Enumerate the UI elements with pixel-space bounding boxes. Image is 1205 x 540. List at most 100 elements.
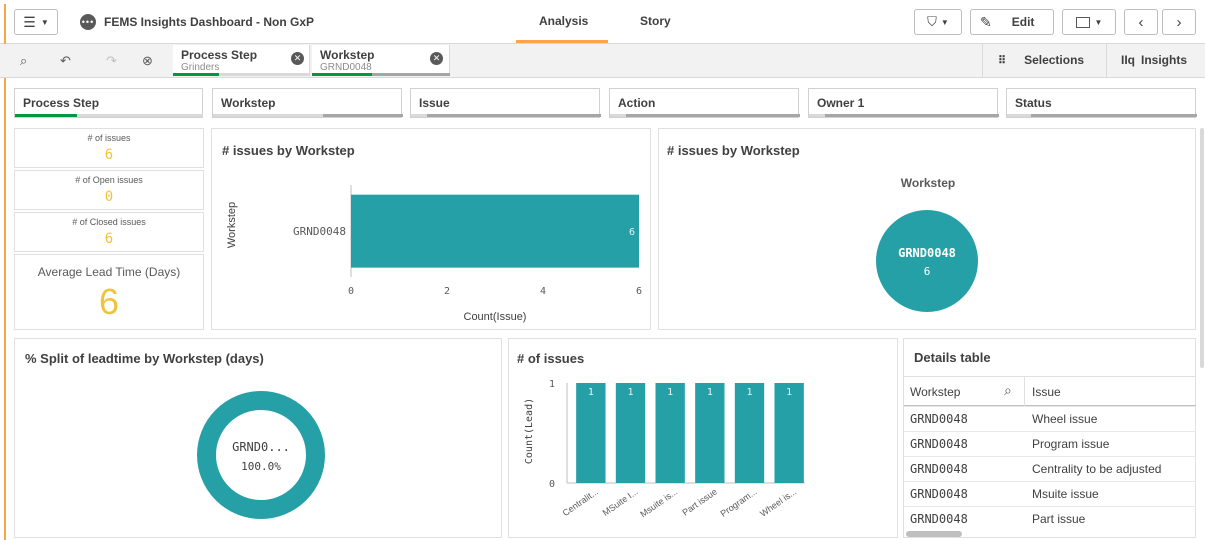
previous-sheet-button[interactable]: ‹ — [1124, 9, 1158, 35]
cell-workstep: GRND0048 — [910, 512, 968, 526]
panel-issues-by-workstep-bar[interactable]: # issues by Workstep GRND0048 6 0 2 4 6 Count(… — [211, 128, 651, 330]
data-label: 1 — [746, 387, 752, 398]
bar — [655, 383, 685, 483]
filter-state-bar — [15, 114, 77, 117]
filter-label: Owner 1 — [817, 96, 865, 110]
tab-story[interactable]: Story — [640, 14, 671, 28]
app-icon: ••• — [80, 14, 96, 30]
panel-title: Details table — [914, 350, 991, 365]
cell-issue: Part issue — [1032, 512, 1086, 526]
sheet-view-button[interactable]: ▼ — [1062, 9, 1116, 35]
filter-state-bar-rest — [825, 114, 999, 117]
data-label: 1 — [707, 387, 713, 398]
filter-label: Status — [1015, 96, 1052, 110]
panel-number-of-issues[interactable]: # of issues 0 1 1 Centralit... 1 MSuite I... 1… — [508, 338, 898, 538]
table-row[interactable]: GRND0048 Centrality to be adjusted — [904, 456, 1196, 481]
edit-label: Edit — [1011, 15, 1035, 29]
slice-label: GRND0... — [232, 440, 290, 454]
step-back-icon[interactable]: ↶ — [60, 53, 71, 69]
table-row[interactable]: GRND0048 Wheel issue — [904, 406, 1196, 431]
donut-slice — [197, 391, 325, 519]
selection-state-bar-rest — [219, 73, 309, 76]
search-icon[interactable]: ⌕ — [1004, 382, 1012, 399]
clear-all-selections-icon[interactable]: ⊗ — [142, 53, 153, 69]
kpi-open-issues[interactable]: # of Open issues 0 — [14, 170, 204, 210]
chevron-down-icon: ▼ — [40, 17, 49, 27]
kpi-value: 6 — [104, 147, 114, 163]
kpi-label: Average Lead Time (Days) — [37, 265, 181, 279]
active-tab-indicator — [516, 40, 608, 43]
donut-chart[interactable]: GRND0... 100.0% — [15, 339, 501, 537]
filter-label: Process Step — [23, 96, 100, 110]
edit-button[interactable]: ✎ Edit — [970, 9, 1054, 35]
filter-workstep[interactable]: Workstep — [212, 88, 403, 118]
step-forward-icon[interactable]: ↷ — [106, 53, 117, 69]
panel-leadtime-split[interactable]: % Split of leadtime by Workstep (days) G… — [14, 338, 502, 538]
left-accent-border — [4, 4, 6, 540]
kpi-label: # of issues — [87, 133, 131, 143]
selection-state-bar — [173, 73, 219, 76]
table-row[interactable]: GRND0048 Msuite issue — [904, 481, 1196, 506]
kpi-average-lead-time[interactable]: Average Lead Time (Days) 6 — [14, 254, 204, 330]
chevron-left-icon: ‹ — [1138, 13, 1144, 31]
smart-search-icon[interactable]: ⌕ — [20, 53, 27, 69]
bubble — [876, 210, 978, 312]
filter-state-bar-rest — [427, 114, 601, 117]
selection-state-bar — [312, 73, 372, 76]
cell-issue: Msuite issue — [1032, 487, 1099, 501]
filter-action[interactable]: Action — [609, 88, 800, 118]
clear-selection-icon[interactable]: ✕ — [430, 52, 443, 65]
insights-button[interactable]: IIq Insights — [1121, 53, 1187, 67]
next-sheet-button[interactable]: › — [1162, 9, 1196, 35]
selections-button[interactable]: ⠿ Selections — [998, 53, 1084, 67]
kpi-closed-issues[interactable]: # of Closed issues 6 — [14, 212, 204, 252]
kpi-issues[interactable]: # of issues 6 — [14, 128, 204, 168]
hbar-chart[interactable]: GRND0048 6 0 2 4 6 Count(Issue) Workstep — [212, 129, 650, 329]
column-header-workstep[interactable]: Workstep — [910, 385, 960, 399]
filter-status[interactable]: Status — [1006, 88, 1197, 118]
selections-grid-icon: ⠿ — [998, 54, 1007, 67]
filter-state-bar — [610, 114, 626, 117]
cell-issue: Wheel issue — [1032, 412, 1098, 426]
chart-icon — [1075, 16, 1090, 28]
cell-issue: Centrality to be adjusted — [1032, 462, 1162, 476]
column-chart[interactable]: 0 1 1 Centralit... 1 MSuite I... 1 Msuite is...… — [509, 339, 897, 537]
kpi-label: # of Closed issues — [72, 217, 146, 227]
tab-analysis[interactable]: Analysis — [539, 14, 588, 28]
data-label: 1 — [786, 387, 792, 398]
panel-issues-by-workstep-bubble[interactable]: # issues by Workstep Workstep GRND0048 6 — [658, 128, 1196, 330]
selection-chip-process-step[interactable]: Process Step Grinders ✕ — [173, 45, 310, 76]
horizontal-scrollbar[interactable] — [906, 531, 962, 537]
data-label: 1 — [588, 387, 594, 398]
bookmark-button[interactable]: ⛉ ▼ — [914, 9, 962, 35]
filter-state-bar — [411, 114, 427, 117]
selection-chip-workstep[interactable]: Workstep GRND0048 ✕ — [312, 45, 450, 76]
kpi-value: 0 — [104, 189, 114, 205]
filter-process-step[interactable]: Process Step — [14, 88, 203, 118]
clear-selection-icon[interactable]: ✕ — [291, 52, 304, 65]
data-label: 1 — [667, 387, 673, 398]
vertical-scrollbar[interactable] — [1200, 128, 1204, 368]
chevron-down-icon: ▼ — [1094, 17, 1103, 27]
navigation-menu-button[interactable]: ☰ ▼ — [14, 9, 58, 35]
bar — [734, 383, 765, 483]
bubble-chart[interactable]: GRND0048 6 — [659, 129, 1195, 329]
kpi-value: 6 — [104, 231, 114, 247]
cell-issue: Program issue — [1032, 437, 1110, 451]
bubble-label: GRND0048 — [898, 246, 956, 260]
y-axis-label: Count(Lead) — [524, 398, 535, 464]
filter-state-bar-rest — [323, 114, 403, 117]
table-row[interactable]: GRND0048 Part issue — [904, 506, 1196, 531]
x-tick-label: Msuite is... — [638, 486, 679, 519]
table-row[interactable]: GRND0048 Program issue — [904, 431, 1196, 456]
y-tick-label: 1 — [549, 379, 555, 390]
filter-issue[interactable]: Issue — [410, 88, 601, 118]
column-header-issue[interactable]: Issue — [1032, 385, 1061, 399]
filter-owner-1[interactable]: Owner 1 — [808, 88, 999, 118]
filter-state-bar — [809, 114, 825, 117]
x-tick-label: 0 — [348, 286, 354, 297]
bar — [615, 383, 646, 483]
x-tick-label: MSuite I... — [601, 486, 640, 517]
y-axis-label: Workstep — [226, 202, 238, 248]
cell-workstep: GRND0048 — [910, 437, 968, 451]
